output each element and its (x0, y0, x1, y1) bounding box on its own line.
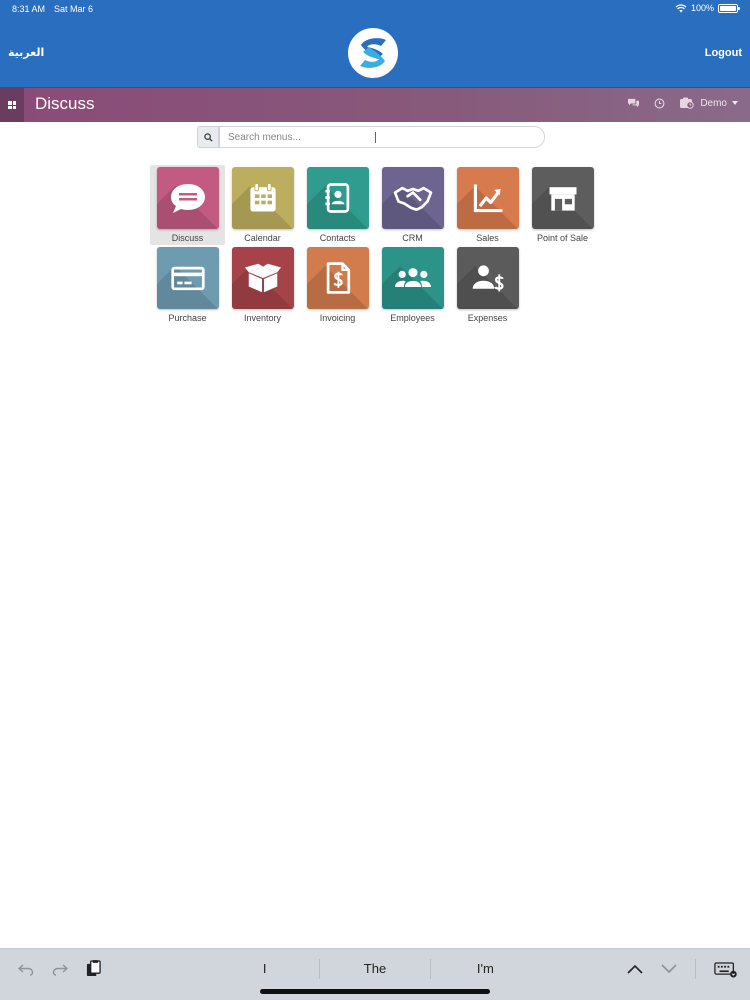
app-invoicing[interactable]: Invoicing (300, 245, 375, 325)
suggestion-1[interactable]: I (210, 959, 319, 979)
app-label: Inventory (243, 313, 282, 323)
logout-button[interactable]: Logout (705, 47, 742, 59)
logo-icon (360, 38, 386, 68)
app-sales[interactable]: Sales (450, 165, 525, 245)
people-icon (394, 268, 431, 287)
keyboard-icon[interactable] (714, 961, 738, 978)
app-inventory[interactable]: Inventory (225, 245, 300, 325)
chevron-down-icon (732, 101, 738, 105)
redo-icon[interactable] (52, 962, 68, 976)
app-label: Employees (390, 313, 435, 323)
status-date: Sat Mar 6 (54, 4, 94, 14)
calendar-icon (249, 183, 276, 212)
app-tile (531, 167, 594, 229)
app-label: CRM (402, 233, 423, 243)
invoice-icon (326, 262, 350, 294)
activity-clock-icon[interactable] (654, 98, 665, 109)
battery-icon (718, 3, 740, 13)
credit-card-icon (170, 266, 205, 291)
user-name: Demo (700, 97, 727, 109)
app-tile (231, 167, 294, 229)
suggestion-2[interactable]: The (319, 959, 429, 979)
paste-icon[interactable] (86, 960, 101, 977)
store-icon (549, 187, 576, 211)
chevron-up-icon[interactable] (627, 964, 643, 974)
status-bar: 8:31 AM Sat Mar 6 100% (0, 0, 750, 18)
app-point-of-sale[interactable]: Point of Sale (525, 165, 600, 245)
keyboard-separator (695, 959, 696, 979)
apps-grid: Discuss Calendar Contacts CRM Sales Poin… (150, 165, 600, 325)
app-tile (306, 247, 369, 309)
search-icon (203, 132, 213, 142)
home-indicator (260, 989, 490, 994)
navbar-systray: Demo (627, 97, 738, 109)
app-tile (156, 247, 219, 309)
text-cursor (375, 132, 376, 143)
chevron-down-icon[interactable] (661, 964, 677, 974)
app-tile (381, 247, 444, 309)
user-menu[interactable]: Demo (679, 97, 738, 109)
app-crm[interactable]: CRM (375, 165, 450, 245)
trend-chart-icon (473, 184, 502, 213)
app-header: 8:31 AM Sat Mar 6 100% العربية Logout (0, 0, 750, 87)
app-label: Sales (476, 233, 499, 243)
app-label: Point of Sale (536, 233, 589, 243)
user-avatar-icon (680, 97, 695, 109)
app-label: Discuss (171, 233, 204, 243)
company-logo (348, 28, 398, 78)
address-book-icon (324, 183, 349, 213)
status-time: 8:31 AM (12, 4, 46, 14)
app-label: Expenses (467, 313, 508, 323)
main-navbar: Discuss Demo (0, 87, 750, 122)
messages-icon[interactable] (627, 98, 640, 109)
app-tile (381, 167, 444, 229)
handshake-icon (393, 186, 432, 212)
app-purchase[interactable]: Purchase (150, 245, 225, 325)
app-tile (231, 247, 294, 309)
language-switch-link[interactable]: العربية (8, 46, 44, 59)
predictive-text-bar: I The I'm (210, 959, 540, 979)
app-expenses[interactable]: Expenses (450, 245, 525, 325)
app-tile (456, 247, 519, 309)
keyboard-nav-actions (627, 959, 738, 979)
apps-menu-button[interactable] (0, 88, 24, 122)
search-menus-input[interactable] (219, 126, 545, 148)
battery-percent: 100% (690, 3, 714, 13)
box-icon (244, 263, 281, 293)
undo-icon[interactable] (18, 962, 34, 976)
chat-bubble-icon (170, 184, 205, 213)
status-right: 100% (675, 3, 740, 13)
app-label: Contacts (319, 233, 356, 243)
app-tile (456, 167, 519, 229)
keyboard-edit-actions (18, 960, 101, 977)
app-tile (306, 167, 369, 229)
app-label: Purchase (168, 313, 207, 323)
app-contacts[interactable]: Contacts (300, 165, 375, 245)
suggestion-3[interactable]: I'm (429, 959, 540, 979)
app-tile (156, 167, 219, 229)
app-calendar[interactable]: Calendar (225, 165, 300, 245)
app-employees[interactable]: Employees (375, 245, 450, 325)
page-title: Discuss (35, 94, 95, 113)
person-dollar-icon (472, 265, 504, 292)
wifi-icon (675, 3, 687, 12)
app-discuss[interactable]: Discuss (150, 165, 225, 245)
app-label: Calendar (244, 233, 281, 243)
app-label: Invoicing (319, 313, 356, 323)
apps-grid-icon (8, 101, 16, 109)
search-button[interactable] (197, 126, 219, 148)
